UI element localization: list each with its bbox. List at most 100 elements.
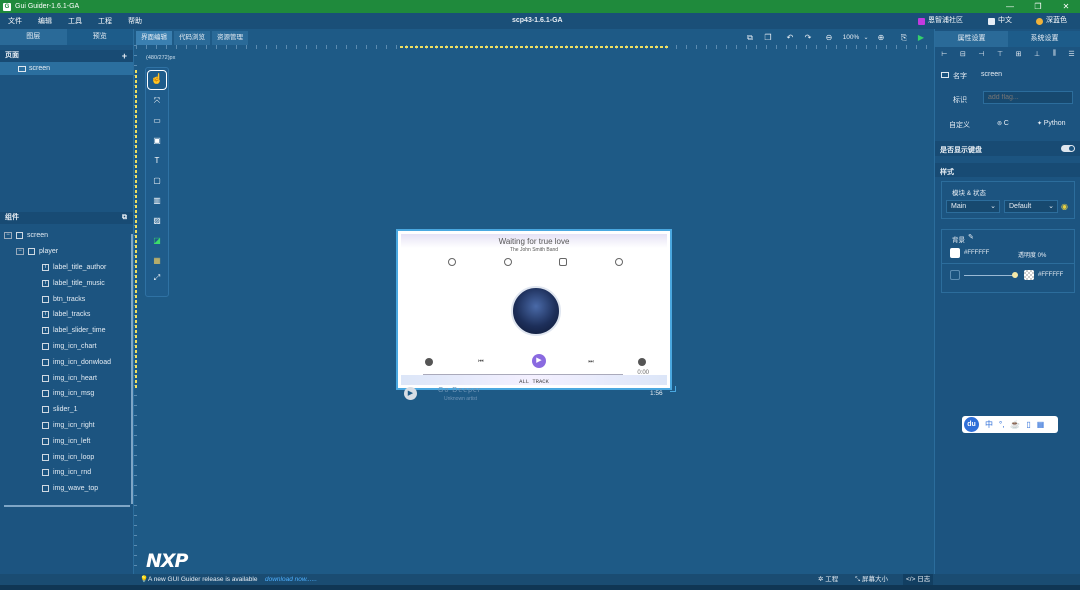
name-value[interactable]: screen [981,71,1002,78]
restore-button[interactable]: ❐ [1024,0,1052,13]
image-widget-icon[interactable]: ▨ [150,215,164,227]
language-button[interactable]: 中文 [988,13,1012,29]
ime-skin-icon[interactable]: ▯ [1026,420,1030,429]
tree-item[interactable]: img_icn_heart [4,370,132,386]
expand-icon[interactable]: ⤢ [150,272,164,284]
tab-system[interactable]: 系统设置 [1008,31,1080,47]
ime-punct-icon[interactable]: °, [999,420,1004,429]
label-title-music[interactable]: Waiting for true love [401,237,667,246]
download-link[interactable]: download now...... [265,574,317,585]
menu-project[interactable]: 工程 [90,16,120,26]
align-top-icon[interactable]: ⊤ [997,50,1003,62]
screen-preview[interactable]: Waiting for true love The John Smith Ban… [396,229,672,390]
msg-icon[interactable] [615,258,623,266]
next-icon[interactable]: ⏭ [587,358,595,366]
tree-item[interactable]: Tlabel_title_author [4,260,132,276]
eye-icon[interactable]: ◉ [1061,202,1068,211]
tab-ui-edit[interactable]: 界面编辑 [136,31,172,45]
tree-item[interactable]: − screen [4,228,132,244]
bg-color-swatch[interactable] [950,248,960,258]
flag-input[interactable] [983,91,1073,104]
state-select[interactable]: Default ⌄ [1004,200,1058,213]
table-widget-icon[interactable]: ▦ [150,255,164,267]
status-project[interactable]: ✲ 工程 [818,574,838,585]
bg-color-value[interactable]: #FFFFFF [964,250,989,256]
undo-icon[interactable]: ↶ [784,31,796,45]
status-screen-size[interactable]: ⤡ 屏幕大小 [855,574,888,585]
tree-item[interactable]: img_wave_top [4,481,132,497]
play-button[interactable]: ▶ [532,354,546,368]
zoom-level[interactable]: 100% [838,31,864,45]
prev-icon[interactable]: ⏮ [477,358,485,366]
custom-python-option[interactable]: ✦ Python [1037,120,1066,127]
ime-grid-icon[interactable]: ▦ [1037,420,1045,429]
close-button[interactable]: ✕ [1052,0,1080,13]
zoom-out-icon[interactable]: ⊖ [823,31,835,45]
tree-item[interactable]: slider_1 [4,402,132,418]
distribute-h-icon[interactable]: ⫼ [1053,50,1056,62]
chart-widget-icon[interactable]: ▥ [150,195,164,207]
tab-preview[interactable]: 预览 [66,29,133,45]
menu-file[interactable]: 文件 [0,16,30,26]
textarea-widget-icon[interactable]: ▢ [150,175,164,187]
export-icon[interactable]: ⎘ [898,31,910,45]
tree-item[interactable]: img_icn_donwload [4,354,132,370]
zoom-in-icon[interactable]: ⊕ [875,31,887,45]
tree-item[interactable]: btn_tracks [4,291,132,307]
label-tracks[interactable]: ALL TRACK [401,378,667,385]
grad-color-value[interactable]: #FFFFFF [1038,272,1063,278]
tree-item[interactable]: Tlabel_slider_time [4,323,132,339]
hand-tool-icon[interactable]: ☝ [147,70,167,90]
download-icon[interactable] [559,258,567,266]
popout-icon[interactable]: ⧉ [122,212,127,224]
chart-icon[interactable] [504,258,512,266]
tab-properties[interactable]: 属性设置 [935,31,1008,47]
tree-hscrollbar[interactable] [4,505,130,507]
tree-item[interactable]: img_icn_left [4,433,132,449]
menu-edit[interactable]: 编辑 [30,16,60,26]
tree-item[interactable]: Tlabel_title_music [4,275,132,291]
status-log[interactable]: </> 日志 [903,574,934,585]
collapse-icon[interactable]: − [4,232,12,240]
tree-item[interactable]: img_icn_right [4,418,132,434]
paste-icon[interactable]: ❐ [762,31,774,45]
copy-icon[interactable]: ⧉ [744,31,756,45]
tab-layers[interactable]: 图层 [0,29,67,45]
player-container[interactable]: Waiting for true love The John Smith Ban… [401,234,667,385]
custom-c-option[interactable]: ⊚ C [997,120,1009,127]
distribute-v-icon[interactable]: ☰ [1068,50,1074,62]
layout-icon[interactable]: ⤧ [150,95,164,107]
community-link[interactable]: 恩智浦社区 [918,13,963,29]
page-item-screen[interactable]: screen [0,62,133,75]
collapse-icon[interactable]: − [16,248,24,256]
gradient-icon[interactable] [950,270,960,280]
tab-resources[interactable]: 资源管理 [212,31,248,45]
theme-button[interactable]: 深蓝色 [1036,13,1067,29]
menu-help[interactable]: 帮助 [120,16,150,26]
tree-item[interactable]: img_icn_loop [4,449,132,465]
tree-scrollbar[interactable] [131,234,133,504]
ime-mode[interactable]: 中 [985,419,993,430]
mini-play-button[interactable]: ▶ [404,387,417,400]
part-select[interactable]: Main ⌄ [946,200,1000,213]
align-bottom-icon[interactable]: ⊥ [1034,50,1040,62]
tree-item[interactable]: Tlabel_tracks [4,307,132,323]
resize-handle[interactable] [670,386,676,392]
align-center-icon[interactable]: ⊟ [960,50,966,62]
keyboard-toggle[interactable] [1061,145,1075,152]
run-icon[interactable]: ▶ [915,31,927,45]
shuffle-icon[interactable] [638,358,646,366]
menu-tools[interactable]: 工具 [60,16,90,26]
tree-item[interactable]: img_icn_rnd [4,465,132,481]
ime-toolbar[interactable]: du 中 °, ☕ ▯ ▦ [962,416,1058,433]
redo-icon[interactable]: ↷ [802,31,814,45]
imgbtn-widget-icon[interactable]: ▣ [150,135,164,147]
loop-icon[interactable] [425,358,433,366]
add-page-icon[interactable]: + [122,50,127,62]
minimize-button[interactable]: — [996,0,1024,13]
align-middle-icon[interactable]: ⊞ [1016,50,1022,62]
button-widget-icon[interactable]: ▭ [150,115,164,127]
tree-item[interactable]: img_icn_msg [4,386,132,402]
gradient-slider[interactable] [964,275,1016,276]
chevron-down-icon[interactable]: ⌄ [862,31,870,45]
